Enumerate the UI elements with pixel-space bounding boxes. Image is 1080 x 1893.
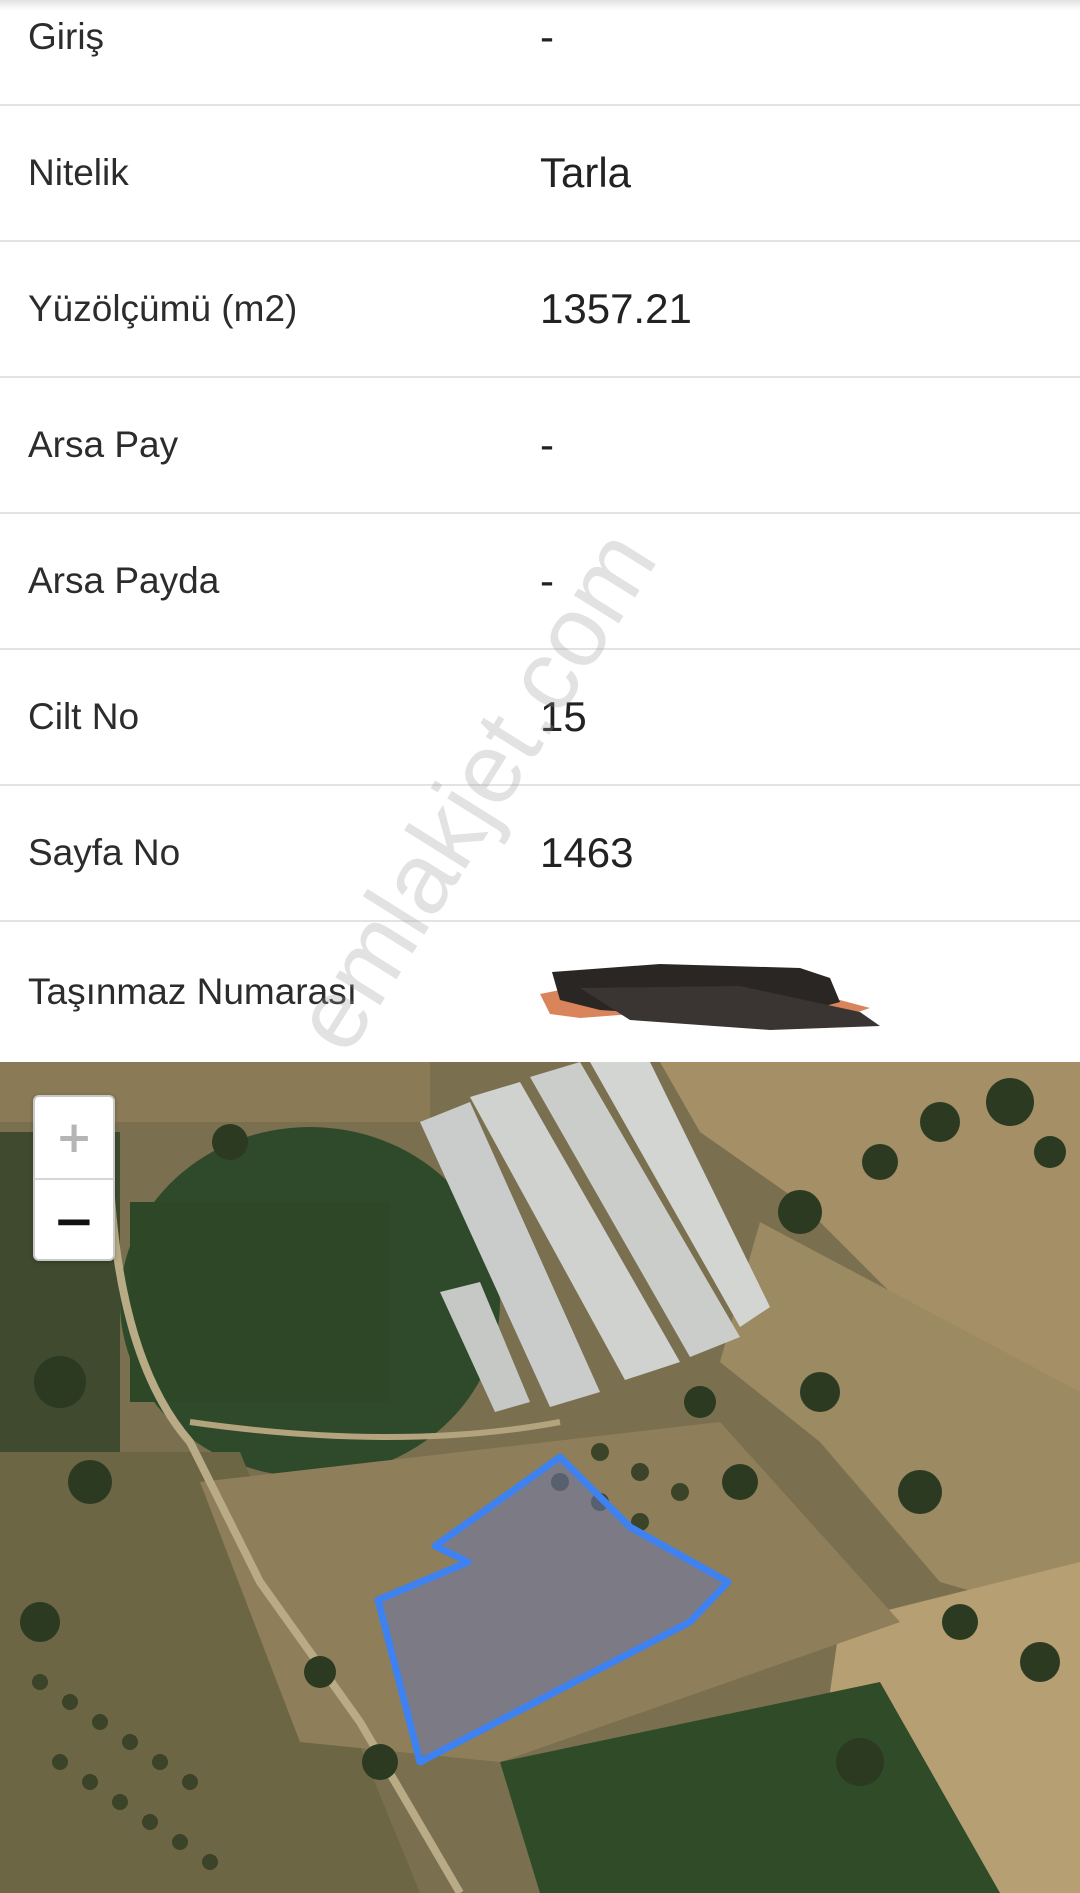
row-value: -: [540, 557, 554, 604]
table-row-sayfa-no: Sayfa No 1463: [0, 786, 1080, 922]
row-label: Sayfa No: [28, 832, 181, 873]
row-label: Taşınmaz Numarası: [28, 971, 357, 1012]
row-value: 1463: [540, 829, 634, 876]
row-label: Giriş: [28, 16, 105, 57]
row-label: Cilt No: [28, 696, 140, 737]
redaction-scribble: [540, 964, 880, 1030]
table-row-cilt-no: Cilt No 15: [0, 650, 1080, 786]
table-row-giris: Giriş -: [0, 0, 1080, 106]
zoom-in-button[interactable]: +: [35, 1097, 113, 1180]
satellite-imagery: [0, 1062, 1080, 1893]
row-value: -: [540, 13, 554, 60]
table-row-nitelik: Nitelik Tarla: [0, 106, 1080, 242]
row-value: -: [540, 421, 554, 468]
row-label: Arsa Payda: [28, 560, 220, 601]
row-label: Nitelik: [28, 152, 129, 193]
row-value: 1357.21: [540, 285, 692, 332]
table-row-arsa-payda: Arsa Payda -: [0, 514, 1080, 650]
map-zoom-control: + −: [33, 1095, 115, 1261]
table-row-yuzolcumu: Yüzölçümü (m2) 1357.21: [0, 242, 1080, 378]
row-label: Arsa Pay: [28, 424, 179, 465]
row-value: Tarla: [540, 149, 632, 196]
zoom-out-button[interactable]: −: [35, 1180, 113, 1261]
table-row-arsa-pay: Arsa Pay -: [0, 378, 1080, 514]
row-label: Yüzölçümü (m2): [28, 288, 298, 329]
satellite-map[interactable]: [0, 1062, 1080, 1893]
table-row-tasinmaz-numarasi: Taşınmaz Numarası: [0, 922, 1080, 1062]
row-value: 15: [540, 693, 587, 740]
